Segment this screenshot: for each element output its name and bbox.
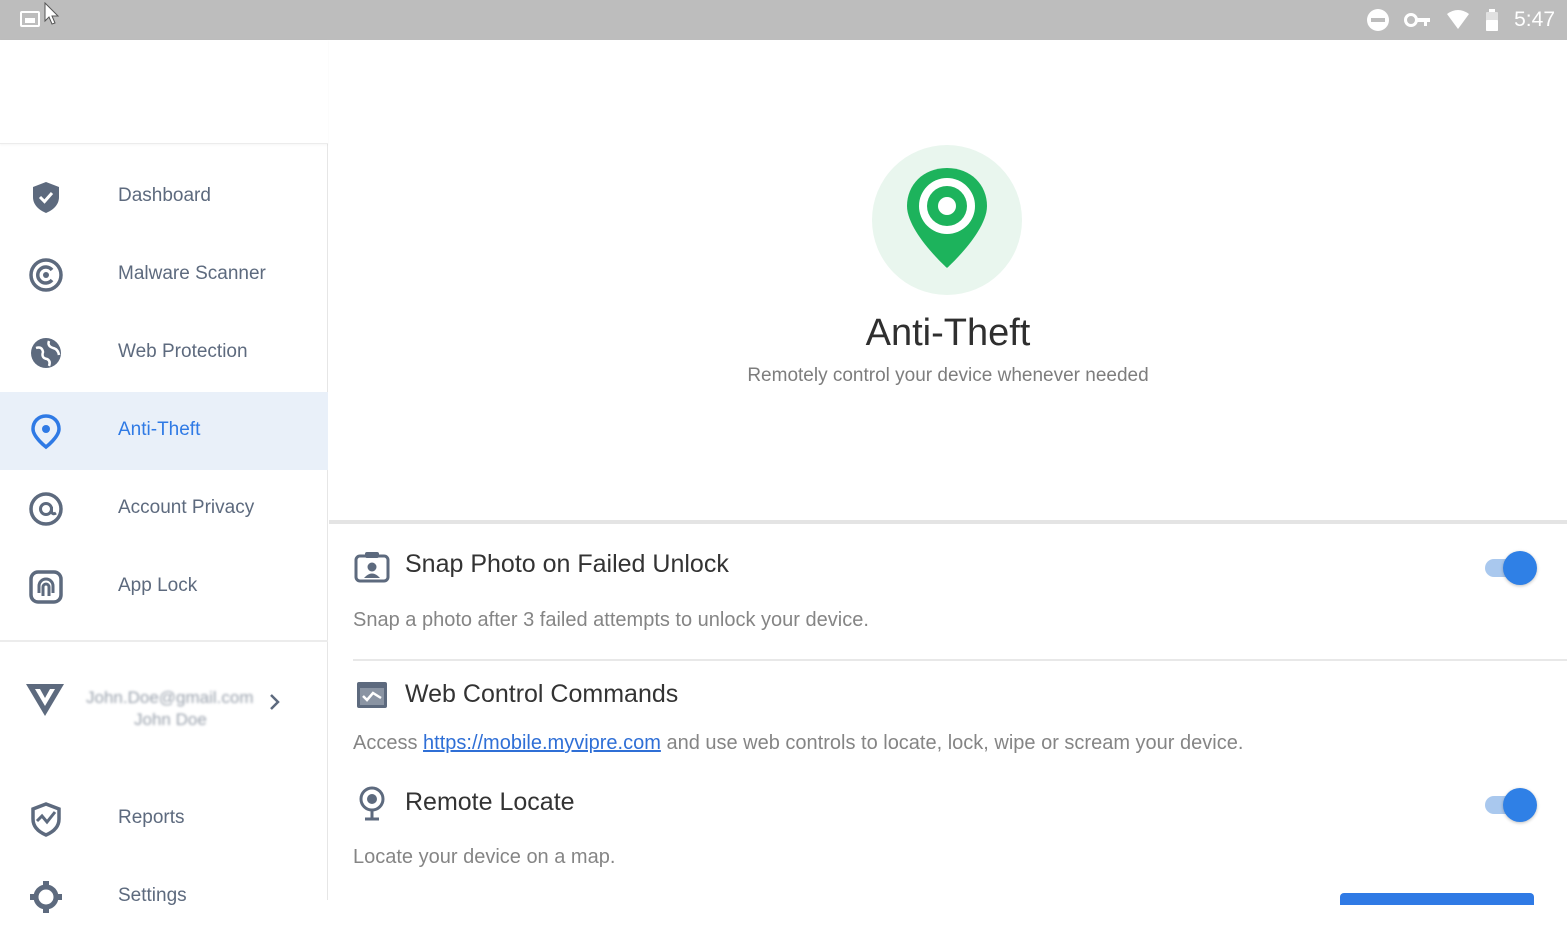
sidebar-item-app-lock[interactable]: App Lock [0, 548, 328, 626]
toggle-knob [1503, 788, 1537, 822]
gear-icon [30, 881, 62, 913]
account-name: John Doe [134, 710, 207, 729]
image-icon [20, 11, 40, 27]
chevron-right-icon [270, 694, 280, 710]
remote-locate-toggle[interactable] [1483, 788, 1537, 822]
sidebar-item-settings[interactable]: Settings [0, 858, 328, 936]
sidebar-item-label: Reports [118, 807, 185, 828]
battery-icon [1486, 9, 1499, 31]
location-pin-icon [907, 168, 987, 268]
sidebar-item-label: Dashboard [118, 185, 211, 206]
page-title: Anti-Theft [865, 312, 1031, 354]
status-bar: 5:47 [0, 0, 1567, 40]
sidebar-item-label: Malware Scanner [118, 263, 266, 284]
sidebar-item-label: Account Privacy [118, 497, 255, 518]
page-subtitle: Remotely control your device whenever ne… [747, 365, 1149, 386]
at-sign-icon [29, 492, 63, 526]
location-pin-icon [31, 414, 61, 450]
vpn-key-icon [1404, 13, 1431, 27]
setting-web-control: Web Control Commands Access https://mobi… [329, 662, 1567, 772]
toggle-knob [1503, 551, 1537, 585]
sidebar-item-anti-theft[interactable]: Anti-Theft [0, 392, 328, 470]
setting-title: Snap Photo on Failed Unlock [405, 550, 729, 578]
setting-title: Remote Locate [405, 788, 575, 816]
setting-description: Locate your device on a map. [353, 846, 616, 868]
hero-section: Anti-Theft Remotely control your device … [329, 40, 1567, 520]
sidebar-item-account-privacy[interactable]: Account Privacy [0, 470, 328, 548]
clock: 5:47 [1514, 8, 1555, 31]
reports-icon [31, 802, 61, 837]
sidebar-item-label: Anti-Theft [118, 419, 201, 440]
sidebar-item-label: Web Protection [118, 341, 248, 362]
fingerprint-lock-icon [29, 570, 63, 604]
sidebar-item-reports[interactable]: Reports [0, 780, 328, 858]
sidebar: Dashboard Malware Scanner Web Protection… [0, 40, 328, 913]
camera-icon [354, 552, 390, 583]
globe-icon [31, 338, 61, 368]
snap-photo-toggle[interactable] [1483, 551, 1537, 585]
vipre-logo-icon [26, 684, 64, 716]
main-content: Anti-Theft Remotely control your device … [329, 40, 1567, 905]
scan-icon [29, 258, 63, 292]
sidebar-item-label: Settings [118, 885, 187, 906]
sidebar-header [0, 40, 328, 144]
sidebar-divider [0, 640, 328, 642]
setting-remote-locate: Remote Locate Locate your device on a ma… [329, 772, 1567, 900]
action-button[interactable] [1340, 893, 1534, 905]
setting-description: Access https://mobile.myvipre.com and us… [353, 732, 1243, 755]
sidebar-item-label: App Lock [118, 575, 198, 596]
setting-description: Snap a photo after 3 failed attempts to … [353, 609, 869, 631]
sidebar-item-malware-scanner[interactable]: Malware Scanner [0, 236, 328, 314]
wifi-icon [1447, 10, 1470, 29]
locate-icon [359, 786, 385, 821]
setting-title: Web Control Commands [405, 680, 679, 708]
description-suffix: and use web controls to locate, lock, wi… [660, 732, 1244, 754]
web-control-link[interactable]: https://mobile.myvipre.com [423, 732, 661, 754]
do-not-disturb-icon [1367, 9, 1390, 31]
mouse-cursor-icon [44, 2, 60, 25]
web-control-icon [357, 682, 387, 708]
account-switcher[interactable]: John.Doe@gmail.com John Doe [0, 662, 328, 742]
sidebar-item-dashboard[interactable]: Dashboard [0, 158, 328, 236]
row-divider [353, 659, 1567, 661]
description-prefix: Access [353, 732, 424, 754]
shield-check-icon [33, 182, 59, 213]
account-email: John.Doe@gmail.com [86, 688, 254, 707]
setting-snap-photo: Snap Photo on Failed Unlock Snap a photo… [329, 524, 1567, 660]
sidebar-item-web-protection[interactable]: Web Protection [0, 314, 328, 392]
